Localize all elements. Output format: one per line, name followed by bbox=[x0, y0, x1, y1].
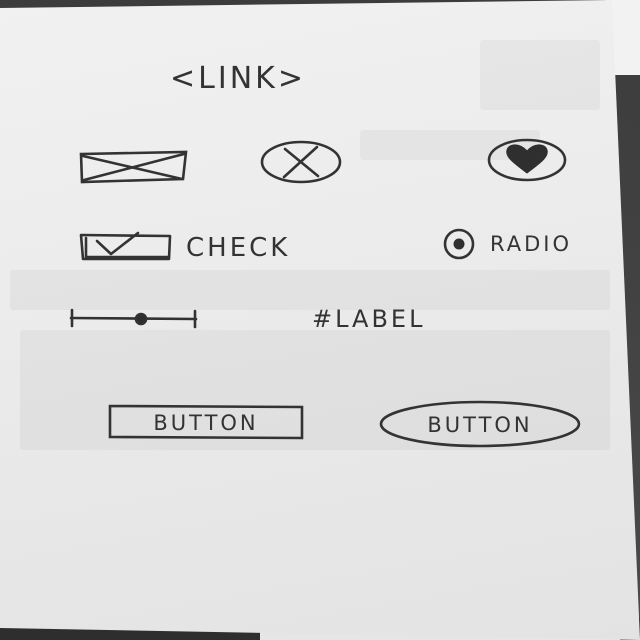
radio-label: RADIO bbox=[490, 232, 572, 256]
pill-button[interactable]: BUTTON bbox=[379, 400, 581, 448]
close-circle-icon[interactable] bbox=[260, 140, 342, 184]
button-rect-label: BUTTON bbox=[153, 411, 258, 435]
checkbox-checked-icon[interactable] bbox=[79, 231, 172, 261]
wireframe-sketch: <LINK> CHECK RADIO #LABEL BUTTON BUTTON bbox=[69, 61, 581, 448]
image-placeholder-icon bbox=[79, 150, 188, 184]
radio-selected-icon[interactable] bbox=[443, 228, 475, 260]
label-text: #LABEL bbox=[312, 305, 425, 333]
link-text[interactable]: <LINK> bbox=[170, 61, 306, 96]
slider-icon[interactable] bbox=[69, 308, 198, 329]
checkbox-label: CHECK bbox=[186, 233, 290, 263]
rectangle-button[interactable]: BUTTON bbox=[108, 404, 304, 440]
photo-stage: <LINK> CHECK RADIO #LABEL BUTTON BUTTON bbox=[0, 0, 640, 640]
button-pill-label: BUTTON bbox=[427, 413, 532, 437]
heart-icon[interactable] bbox=[487, 138, 567, 182]
